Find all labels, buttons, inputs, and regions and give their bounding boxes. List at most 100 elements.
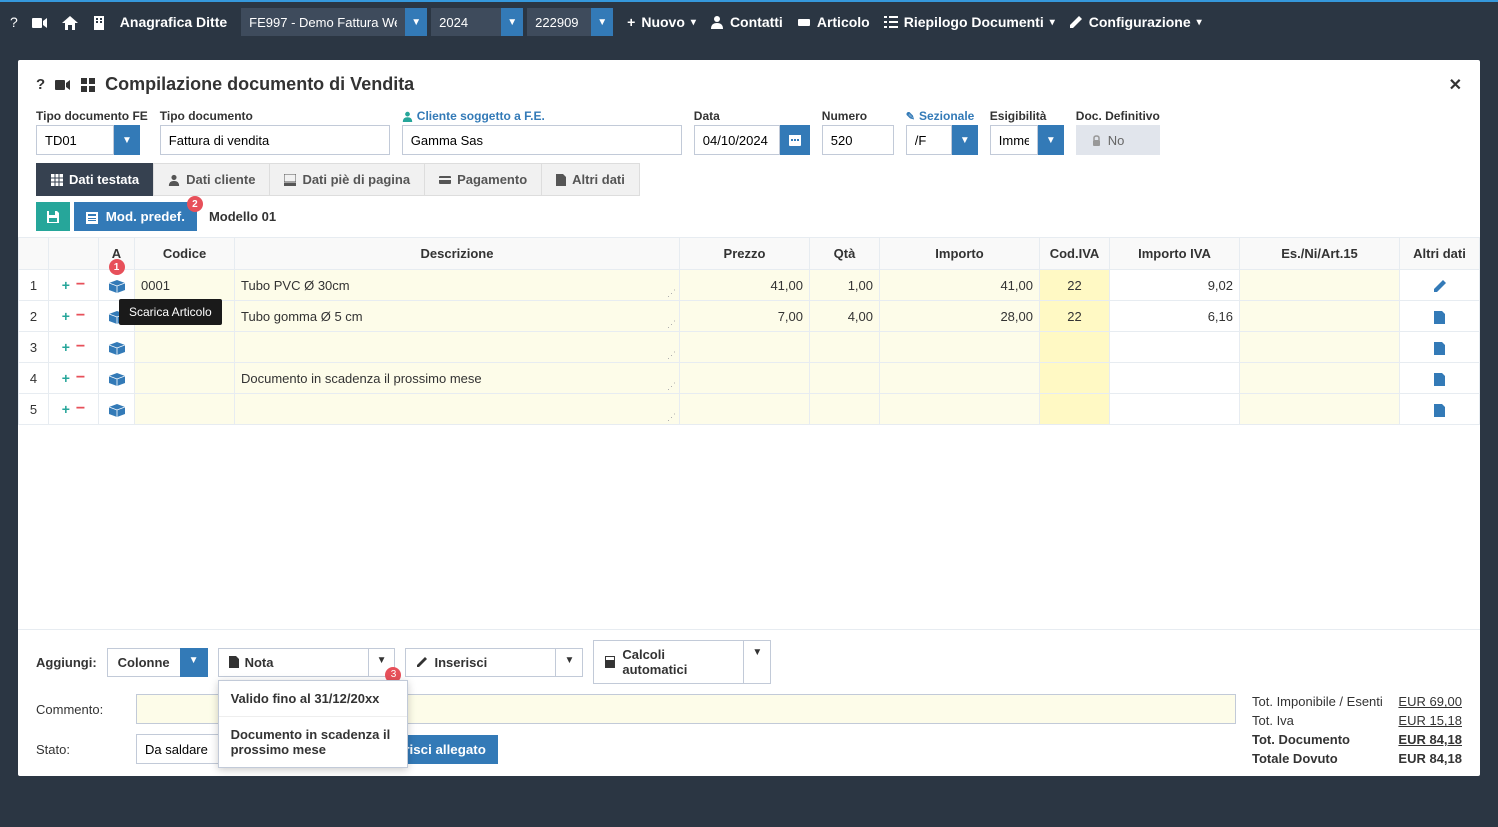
resize-handle[interactable]: ⋰ (667, 319, 676, 330)
download-article-cell[interactable] (99, 332, 135, 363)
tab-pagamento[interactable]: Pagamento (424, 163, 542, 196)
remove-row-icon[interactable]: − (76, 338, 85, 356)
cell-codiva[interactable] (1040, 332, 1110, 363)
download-article-cell[interactable] (99, 363, 135, 394)
nav-riepilogo[interactable]: Riepilogo Documenti ▾ (884, 14, 1055, 30)
box-icon[interactable] (109, 339, 125, 355)
add-row-icon[interactable]: + (62, 339, 70, 355)
mod-predef-button[interactable]: Mod. predef. 2 (74, 202, 197, 231)
resize-handle[interactable]: ⋰ (667, 381, 676, 392)
cell-prezzo[interactable]: 7,00 (680, 301, 810, 332)
chevron-down-icon[interactable]: ▼ (114, 125, 140, 155)
cell-importo[interactable] (880, 394, 1040, 425)
cliente-input[interactable] (402, 125, 682, 155)
download-article-cell[interactable] (99, 270, 135, 301)
calcoli-button[interactable]: Calcoli automatici ▼ (593, 640, 771, 684)
data-input[interactable] (694, 125, 780, 155)
tot-iva[interactable]: EUR 15,18 (1398, 713, 1462, 728)
cell-prezzo[interactable]: 41,00 (680, 270, 810, 301)
help-icon[interactable]: ? (36, 76, 45, 93)
cell-importo[interactable] (880, 332, 1040, 363)
edit-icon[interactable]: ✎ (906, 110, 915, 123)
cell-descrizione[interactable]: Tubo gomma Ø 5 cm⋰ (235, 301, 680, 332)
year-input[interactable] (431, 8, 501, 36)
add-row-icon[interactable]: + (62, 370, 70, 386)
cell-altri[interactable] (1400, 270, 1480, 301)
cell-prezzo[interactable] (680, 394, 810, 425)
download-article-cell[interactable]: Scarica Articolo (99, 301, 135, 332)
cell-esni[interactable] (1240, 270, 1400, 301)
cell-importo[interactable]: 28,00 (880, 301, 1040, 332)
tot-documento[interactable]: EUR 84,18 (1398, 732, 1462, 747)
cell-codiva[interactable] (1040, 363, 1110, 394)
nota-item-0[interactable]: Valido fino al 31/12/20xx (219, 681, 407, 716)
resize-handle[interactable]: ⋰ (667, 412, 676, 423)
nota-button[interactable]: Nota ▼ 3 (218, 648, 396, 677)
tipo-doc-fe-input[interactable] (36, 125, 114, 155)
remove-row-icon[interactable]: − (76, 307, 85, 325)
chevron-down-icon[interactable]: ▼ (405, 8, 427, 36)
video-icon[interactable] (32, 14, 48, 30)
tab-testata[interactable]: Dati testata (36, 163, 154, 196)
edit-icon[interactable] (1433, 278, 1447, 293)
cell-importo[interactable]: 41,00 (880, 270, 1040, 301)
video-icon[interactable] (55, 74, 71, 95)
cell-codice[interactable] (135, 363, 235, 394)
inserisci-button[interactable]: Inserisci ▼ (405, 648, 583, 677)
tab-piedi[interactable]: Dati piè di pagina (269, 163, 425, 196)
cell-esni[interactable] (1240, 363, 1400, 394)
resize-handle[interactable]: ⋰ (667, 350, 676, 361)
nav-config[interactable]: Configurazione ▾ (1069, 14, 1202, 30)
nav-contatti[interactable]: Contatti (710, 14, 783, 30)
chevron-down-icon[interactable]: ▼ (591, 8, 613, 36)
file-icon[interactable] (1434, 309, 1445, 324)
grid-icon[interactable] (81, 74, 95, 95)
cell-descrizione[interactable]: ⋰ (235, 394, 680, 425)
cell-esni[interactable] (1240, 394, 1400, 425)
resize-handle[interactable]: ⋰ (667, 288, 676, 299)
cell-descrizione[interactable]: Tubo PVC Ø 30cm⋰ (235, 270, 680, 301)
box-icon[interactable] (109, 370, 125, 386)
add-row-icon[interactable]: + (62, 401, 70, 417)
cell-prezzo[interactable] (680, 332, 810, 363)
chevron-down-icon[interactable]: ▼ (743, 640, 771, 684)
home-icon[interactable] (62, 14, 78, 30)
tab-cliente[interactable]: Dati cliente (153, 163, 270, 196)
company-input[interactable] (241, 8, 405, 36)
numero-input[interactable] (822, 125, 894, 155)
chevron-down-icon[interactable]: ▼ (501, 8, 523, 36)
cell-descrizione[interactable]: ⋰ (235, 332, 680, 363)
cell-esni[interactable] (1240, 301, 1400, 332)
close-icon[interactable]: ✕ (1449, 75, 1462, 95)
cell-altri[interactable] (1400, 301, 1480, 332)
file-icon[interactable] (1434, 371, 1445, 386)
sezionale-input[interactable] (906, 125, 952, 155)
cell-esni[interactable] (1240, 332, 1400, 363)
cell-qta[interactable] (810, 394, 880, 425)
cell-codice[interactable] (135, 394, 235, 425)
chevron-down-icon[interactable]: ▼ (180, 648, 208, 677)
cell-qta[interactable]: 4,00 (810, 301, 880, 332)
esigibilita-input[interactable] (990, 125, 1038, 155)
remove-row-icon[interactable]: − (76, 400, 85, 418)
year-select[interactable]: ▼ (431, 8, 523, 36)
cell-codiva[interactable] (1040, 394, 1110, 425)
cell-altri[interactable] (1400, 332, 1480, 363)
box-icon[interactable] (109, 401, 125, 417)
cell-altri[interactable] (1400, 363, 1480, 394)
remove-row-icon[interactable]: − (76, 369, 85, 387)
nota-item-1[interactable]: Documento in scadenza il prossimo mese (219, 716, 407, 767)
file-icon[interactable] (1434, 340, 1445, 355)
save-button[interactable] (36, 202, 70, 231)
colonne-button[interactable]: Colonne ▼ (107, 648, 208, 677)
company-select[interactable]: ▼ (241, 8, 427, 36)
cell-codiva[interactable]: 22 (1040, 270, 1110, 301)
file-icon[interactable] (1434, 402, 1445, 417)
cell-qta[interactable] (810, 363, 880, 394)
calendar-icon[interactable] (780, 125, 810, 155)
remove-row-icon[interactable]: − (76, 276, 85, 294)
cell-altri[interactable] (1400, 394, 1480, 425)
definitivo-button[interactable]: No (1076, 125, 1160, 155)
chevron-down-icon[interactable]: ▼ (555, 648, 583, 677)
add-row-icon[interactable]: + (62, 308, 70, 324)
